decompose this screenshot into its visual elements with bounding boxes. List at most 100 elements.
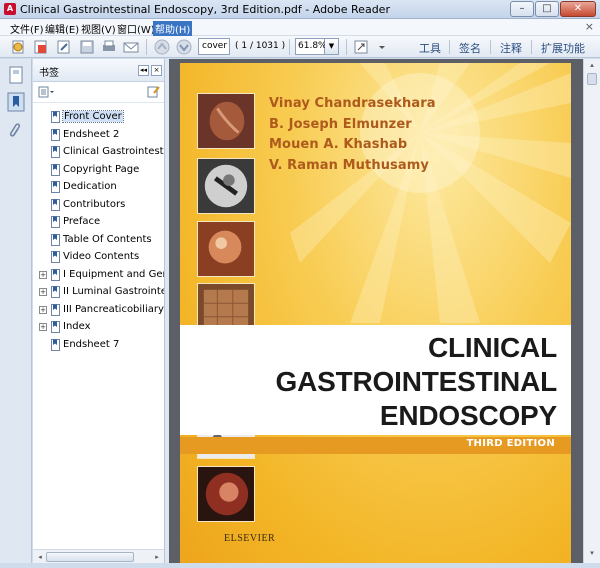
bookmark-item[interactable]: Dedication xyxy=(33,179,164,197)
panel-horizontal-scrollbar[interactable]: ◂ ▸ xyxy=(33,549,164,563)
sign-button[interactable]: 签名 xyxy=(459,40,481,56)
bookmark-page-icon xyxy=(51,233,60,246)
bookmark-item[interactable]: + I Equipment and General xyxy=(33,267,164,285)
bookmarks-panel: 书签 ◂◂ × Front Cover Endsheet 2 Clinical Ga… xyxy=(33,59,165,563)
attachments-icon[interactable] xyxy=(7,121,25,141)
author-list: Vinay Chandrasekhara B. Joseph Elmunzer … xyxy=(269,96,436,178)
bookmark-page-icon xyxy=(51,111,60,123)
bookmark-item[interactable]: Preface xyxy=(33,214,164,232)
book-title-line: ENDOSCOPY xyxy=(379,400,557,431)
bookmark-item[interactable]: Contributors xyxy=(33,197,164,215)
bookmark-properties-icon[interactable] xyxy=(147,85,160,98)
author-name: Mouen A. Khashab xyxy=(269,137,408,152)
page-number-input[interactable]: cover xyxy=(198,38,230,55)
bookmark-page-icon xyxy=(51,181,60,193)
scroll-thumb[interactable] xyxy=(587,73,597,85)
bookmark-item[interactable]: Clinical Gastrointestinal Endoscopy xyxy=(33,144,164,162)
bookmark-item[interactable]: Video Contents xyxy=(33,249,164,267)
scroll-up-icon[interactable]: ▴ xyxy=(587,61,597,71)
comment-button[interactable]: 注释 xyxy=(500,40,522,56)
maximize-button[interactable]: □ xyxy=(535,1,559,17)
panel-title: 书签 xyxy=(39,68,59,79)
expand-icon[interactable]: + xyxy=(39,323,47,331)
print-icon[interactable] xyxy=(101,39,117,55)
bookmark-item[interactable]: Endsheet 7 xyxy=(33,337,164,355)
create-pdf-icon[interactable] xyxy=(10,39,26,55)
bookmark-page-icon xyxy=(51,163,60,176)
save-icon[interactable] xyxy=(79,39,95,55)
email-icon[interactable] xyxy=(123,39,139,55)
page-count: ( 1 / 1031 ) xyxy=(235,41,286,51)
bookmark-label: Endsheet 2 xyxy=(63,128,120,140)
scroll-right-icon[interactable]: ▸ xyxy=(152,552,162,562)
navigation-rail xyxy=(0,59,32,563)
menu-edit[interactable]: 编辑(E) xyxy=(43,21,81,36)
next-page-icon[interactable] xyxy=(176,39,192,55)
author-name: B. Joseph Elmunzer xyxy=(269,116,412,132)
endoscopy-image-6 xyxy=(197,466,255,522)
bookmark-label: Dedication xyxy=(63,181,117,192)
menu-bar: 文件(F) 编辑(E) 视图(V) 窗口(W) 帮助(H) × xyxy=(0,19,600,36)
toolbar-options-icon[interactable] xyxy=(374,39,390,55)
zoom-input[interactable]: 61.8% xyxy=(295,38,327,55)
scroll-left-icon[interactable]: ◂ xyxy=(35,552,45,562)
close-panel-button[interactable]: × xyxy=(151,65,162,76)
zoom-dropdown[interactable]: ▼ xyxy=(325,38,339,55)
endoscopy-image-3 xyxy=(197,221,255,277)
bookmark-page-icon xyxy=(51,251,60,263)
toolbar: cover ( 1 / 1031 ) 61.8% ▼ 工具 签名 注释 扩展功能 xyxy=(0,36,600,58)
document-view[interactable]: Vinay Chandrasekhara B. Joseph Elmunzer … xyxy=(169,59,583,563)
bookmark-list: Front Cover Endsheet 2 Clinical Gastrointe… xyxy=(33,109,164,354)
scroll-thumb[interactable] xyxy=(46,552,134,562)
menu-help[interactable]: 帮助(H) xyxy=(153,21,193,36)
bookmark-label: Copyright Page xyxy=(63,163,140,175)
bookmark-page-icon xyxy=(51,338,60,351)
bookmark-label: Video Contents xyxy=(63,251,140,262)
book-title-line: CLINICAL xyxy=(427,332,557,363)
bookmark-page-icon xyxy=(51,128,60,141)
bookmark-page-icon xyxy=(51,146,60,158)
fit-page-icon[interactable] xyxy=(353,39,369,55)
bookmark-item[interactable]: Front Cover xyxy=(33,109,164,127)
bookmark-page-icon xyxy=(51,321,60,333)
close-button[interactable]: ✕ xyxy=(560,1,596,17)
menu-view[interactable]: 视图(V) xyxy=(79,21,118,36)
bookmarks-icon[interactable] xyxy=(7,92,25,112)
bookmark-item[interactable]: + III Pancreaticobiliary Disorders xyxy=(33,302,164,320)
bookmark-item[interactable]: + II Luminal Gastrointestinal xyxy=(33,284,164,302)
bookmark-options-icon[interactable] xyxy=(38,86,56,98)
bookmark-item[interactable]: Table Of Contents xyxy=(33,232,164,250)
expand-icon[interactable]: + xyxy=(39,305,47,314)
bookmark-item[interactable]: Endsheet 2 xyxy=(33,127,164,145)
combine-files-icon[interactable] xyxy=(33,39,49,55)
expand-icon[interactable]: + xyxy=(39,288,47,296)
previous-page-icon[interactable] xyxy=(154,39,170,55)
bookmark-page-icon xyxy=(51,303,60,316)
adobe-reader-icon: A xyxy=(4,3,16,15)
bookmark-item[interactable]: + Index xyxy=(33,319,164,337)
menu-file[interactable]: 文件(F) xyxy=(8,21,46,36)
bookmark-label: Table Of Contents xyxy=(63,233,152,245)
page-thumbnails-icon[interactable] xyxy=(7,65,25,85)
bookmark-label: Endsheet 7 xyxy=(63,338,120,350)
extend-features-button[interactable]: 扩展功能 xyxy=(541,40,585,56)
bookmark-item[interactable]: Copyright Page xyxy=(33,162,164,180)
endoscopy-image-1 xyxy=(197,93,255,149)
bookmark-page-icon xyxy=(51,216,60,228)
edit-pdf-icon[interactable] xyxy=(56,39,72,55)
document-vertical-scrollbar[interactable]: ▴ ▾ xyxy=(583,59,600,563)
bookmark-label: Contributors xyxy=(63,198,126,210)
bookmark-label: Front Cover xyxy=(62,110,124,123)
bookmark-page-icon xyxy=(51,268,60,281)
bookmark-label: II Luminal Gastrointestinal xyxy=(63,286,164,297)
menu-window[interactable]: 窗口(W) xyxy=(115,21,157,36)
expand-icon[interactable]: + xyxy=(39,270,47,279)
bookmark-label: Index xyxy=(63,321,91,332)
book-cover-page: Vinay Chandrasekhara B. Joseph Elmunzer … xyxy=(180,63,571,563)
collapse-panel-button[interactable]: ◂◂ xyxy=(138,65,149,76)
scroll-down-icon[interactable]: ▾ xyxy=(587,549,597,559)
tools-button[interactable]: 工具 xyxy=(419,40,441,56)
book-title: CLINICAL GASTROINTESTINAL ENDOSCOPY xyxy=(276,331,558,433)
minimize-button[interactable]: – xyxy=(510,1,534,17)
document-close-icon[interactable]: × xyxy=(585,20,594,33)
